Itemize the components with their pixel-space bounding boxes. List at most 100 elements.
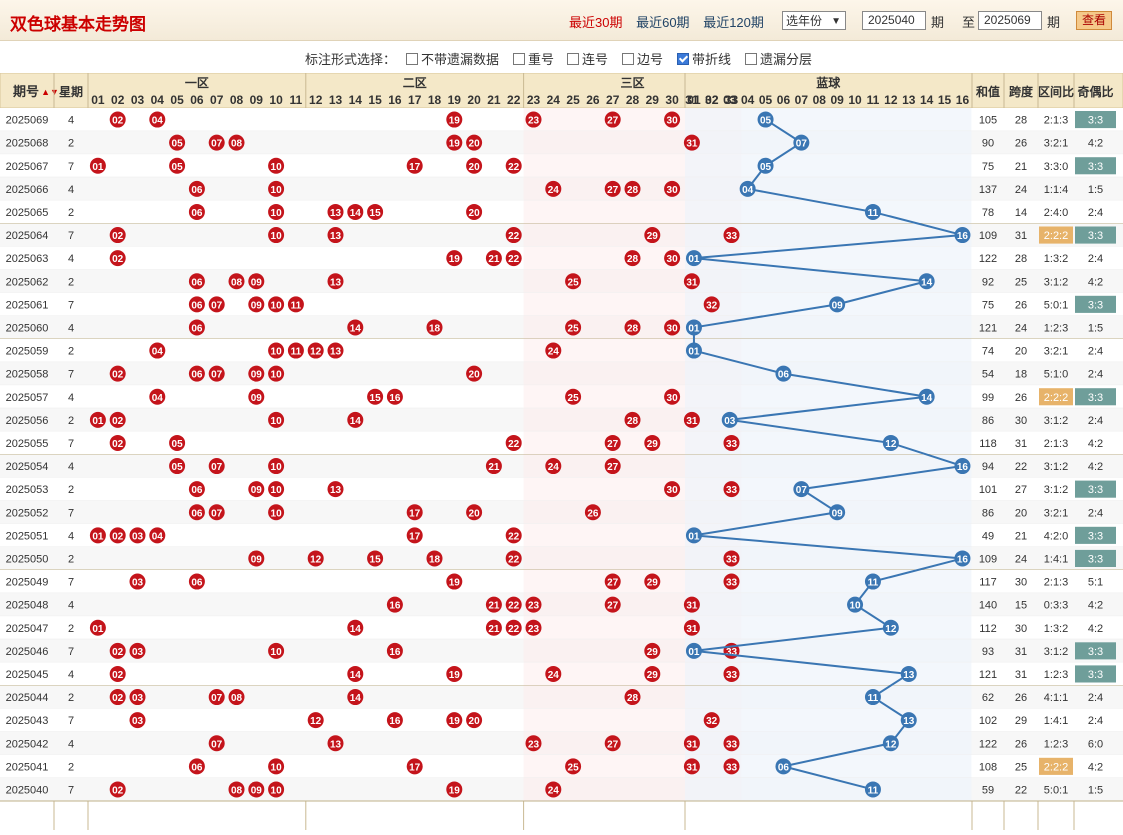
red-number-header: 18 [428, 93, 442, 107]
link-recent-120[interactable]: 最近120期 [703, 15, 764, 30]
red-ball-number: 10 [271, 462, 283, 473]
red-number-header: 11 [290, 93, 303, 107]
year-select[interactable]: 选年份 ▼ [782, 11, 846, 30]
red-ball-number: 21 [488, 624, 500, 635]
stat-cell: 3:3 [1088, 115, 1103, 127]
view-button[interactable]: 查看 [1076, 11, 1112, 30]
option-edge[interactable]: 边号 [622, 49, 663, 68]
blue-number-header: 08 [813, 93, 827, 107]
red-ball-number: 10 [271, 347, 283, 358]
stat-cell: 4:2 [1088, 623, 1103, 635]
weekday-cell: 4 [68, 253, 74, 265]
from-period-input[interactable]: 2025040 [862, 11, 926, 30]
blue-number-header: 07 [795, 93, 809, 107]
checkbox[interactable] [745, 53, 757, 65]
red-ball-number: 18 [429, 554, 441, 565]
checkbox[interactable] [406, 53, 418, 65]
stat-cell: 2:1:3 [1044, 115, 1068, 127]
red-ball-number: 30 [667, 185, 679, 196]
blue-ball-number: 16 [957, 462, 969, 473]
link-recent-30[interactable]: 最近30期 [569, 15, 622, 30]
weekday-cell: 2 [68, 207, 74, 219]
checkbox-checked[interactable] [677, 53, 689, 65]
red-ball-number: 06 [191, 277, 203, 288]
period-cell: 2025051 [6, 530, 49, 542]
stat-cell: 20 [1015, 507, 1027, 519]
red-ball-number: 07 [211, 370, 223, 381]
stat-cell: 2:4 [1088, 507, 1103, 519]
red-ball-number: 29 [647, 670, 659, 681]
red-ball-number: 10 [271, 231, 283, 242]
weekday-cell: 7 [68, 646, 74, 658]
red-ball-number: 04 [152, 531, 164, 542]
red-ball-number: 26 [587, 508, 599, 519]
blue-ball-number: 07 [796, 139, 808, 150]
stat-cell: 24 [1015, 553, 1027, 565]
red-ball-number: 09 [251, 485, 263, 496]
stat-cell: 140 [979, 600, 997, 612]
blue-ball-number: 03 [724, 416, 736, 427]
blue-number-header: 16 [956, 93, 970, 107]
red-number-header: 10 [269, 93, 283, 107]
weekday-cell: 4 [68, 184, 74, 196]
stat-cell: 18 [1015, 369, 1027, 381]
stat-cell: 3:3 [1088, 230, 1103, 242]
checkbox[interactable] [622, 53, 634, 65]
period-cell: 2025050 [6, 553, 49, 565]
red-ball-number: 07 [211, 739, 223, 750]
to-period-input[interactable]: 2025069 [978, 11, 1042, 30]
stat-cell: 20 [1015, 346, 1027, 358]
option-repeat[interactable]: 重号 [513, 49, 554, 68]
red-ball-number: 13 [330, 208, 342, 219]
period-cell: 2025062 [6, 276, 49, 288]
red-ball-number: 04 [152, 116, 164, 127]
red-ball-number: 13 [330, 739, 342, 750]
blue-number-header: 15 [938, 93, 952, 107]
weekday-cell: 7 [68, 230, 74, 242]
stat-cell: 14 [1015, 207, 1027, 219]
blue-zone-bg [685, 777, 972, 801]
option-trend-line[interactable]: 带折线 [677, 49, 731, 68]
stat-cell: 112 [979, 623, 997, 635]
red-ball-number: 19 [449, 139, 461, 150]
weekday-cell: 4 [68, 669, 74, 681]
red-ball-number: 19 [449, 785, 461, 796]
checkbox[interactable] [567, 53, 579, 65]
blue-zone-bg [685, 292, 972, 316]
red-ball-number: 22 [508, 231, 520, 242]
link-recent-60[interactable]: 最近60期 [636, 15, 689, 30]
stat-cell: 3:3 [1088, 392, 1103, 404]
checkbox[interactable] [513, 53, 525, 65]
red-ball-number: 02 [112, 439, 124, 450]
period-cell: 2025059 [6, 346, 49, 358]
red-ball-number: 02 [112, 116, 124, 127]
red-number-header: 19 [448, 93, 462, 107]
trend-grid: 期号 ▲▼ 星期 一区 二区 三区 蓝球 01 02 03 04 05 06 07 08 09 10 11 12 13… [0, 72, 1123, 835]
red-ball-number: 03 [132, 531, 144, 542]
red-ball-number: 19 [449, 578, 461, 589]
red-ball-number: 06 [191, 370, 203, 381]
blue-number-header: 14 [920, 93, 934, 107]
red-ball-number: 15 [370, 554, 382, 565]
stat-cell: 2:4 [1088, 415, 1103, 427]
red-ball-number: 01 [92, 624, 104, 635]
red-number-header: 22 [507, 93, 521, 107]
weekday-cell: 2 [68, 761, 74, 773]
stat-cell: 2:4 [1088, 692, 1103, 704]
stat-cell: 0:3:3 [1044, 600, 1068, 612]
red-ball-number: 30 [667, 323, 679, 334]
stat-cell: 94 [982, 461, 994, 473]
blue-ball-number: 07 [796, 485, 808, 496]
red-ball-number: 14 [350, 670, 362, 681]
period-cell: 2025060 [6, 322, 49, 334]
red-ball-number: 33 [726, 670, 738, 681]
stat-cell: 92 [982, 276, 994, 288]
red-ball-number: 10 [271, 162, 283, 173]
weekday-cell: 7 [68, 438, 74, 450]
red-ball-number: 06 [191, 185, 203, 196]
option-omission-layer[interactable]: 遗漏分层 [745, 49, 812, 68]
option-consecutive[interactable]: 连号 [567, 49, 608, 68]
option-no-omission[interactable]: 不带遗漏数据 [406, 49, 499, 68]
red-ball-number: 07 [211, 462, 223, 473]
red-ball-number: 33 [726, 739, 738, 750]
